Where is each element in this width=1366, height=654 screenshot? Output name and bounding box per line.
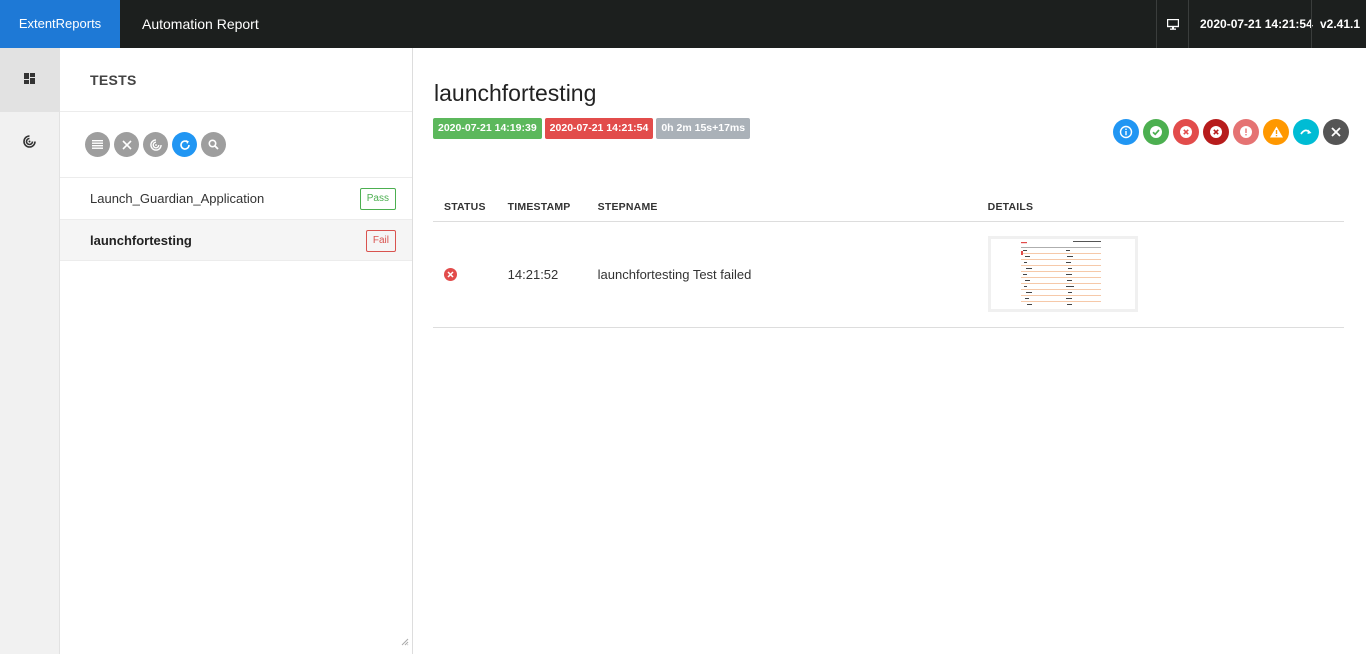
fail-status-icon (444, 267, 457, 281)
warning-icon[interactable] (1263, 119, 1289, 145)
chart-icon (23, 135, 36, 153)
monitor-icon[interactable] (1158, 0, 1188, 48)
step-timestamp: 14:21:52 (496, 221, 587, 328)
test-item[interactable]: Launch_Guardian_Application Pass (60, 177, 412, 219)
status-filter-bar (1113, 119, 1349, 145)
test-filters (85, 132, 226, 157)
column-header: STATUS (433, 193, 497, 222)
column-header: TIMESTAMP (496, 193, 587, 222)
clear-icon[interactable] (1323, 119, 1349, 145)
step-status-cell (433, 221, 497, 328)
step-name: launchfortesting Test failed (586, 221, 977, 328)
list-icon[interactable] (85, 132, 110, 157)
test-title: launchfortesting (434, 80, 597, 106)
divider (1156, 0, 1157, 48)
refresh-icon[interactable] (172, 132, 197, 157)
fatal-icon[interactable] (1203, 119, 1229, 145)
error-icon[interactable] (1233, 119, 1259, 145)
divider (1311, 0, 1312, 48)
test-name: launchfortesting (90, 233, 192, 248)
status-badge: Fail (365, 230, 396, 252)
side-nav (0, 48, 60, 654)
screenshot-thumbnail[interactable] (987, 236, 1138, 312)
pass-icon[interactable] (1143, 119, 1169, 145)
table-row: 14:21:52 launchfortesting Test failed (433, 221, 1344, 328)
duration-label: 0h 2m 15s+17ms (656, 118, 751, 139)
info-icon[interactable] (1113, 119, 1139, 145)
fingerprint-icon[interactable] (143, 132, 168, 157)
column-header: STEPNAME (586, 193, 977, 222)
screenshot-image (990, 239, 1135, 309)
status-badge: Pass (359, 188, 396, 210)
divider (1188, 0, 1189, 48)
fail-icon[interactable] (1173, 119, 1199, 145)
report-datetime: 2020-07-21 14:21:54 (1200, 17, 1313, 31)
skip-icon[interactable] (1293, 119, 1319, 145)
test-list-panel: TESTS Launch_Guardian_Application Pass l… (60, 48, 413, 654)
close-icon[interactable] (114, 132, 139, 157)
test-name: Launch_Guardian_Application (90, 191, 265, 206)
start-time-label: 2020-07-21 14:19:39 (433, 118, 542, 139)
steps-table: STATUS TIMESTAMP STEPNAME DETAILS 14:21:… (433, 193, 1344, 328)
search-icon[interactable] (201, 132, 226, 157)
table-header-row: STATUS TIMESTAMP STEPNAME DETAILS (433, 193, 1344, 222)
tests-heading: TESTS (90, 72, 137, 88)
column-header: DETAILS (976, 193, 1344, 222)
top-bar: ExtentReports Automation Report 2020-07-… (0, 0, 1366, 48)
report-name: Automation Report (142, 16, 259, 32)
nav-analysis[interactable] (0, 112, 59, 176)
nav-dashboard[interactable] (0, 48, 59, 112)
divider (60, 111, 412, 112)
end-time-label: 2020-07-21 14:21:54 (544, 118, 654, 139)
resize-handle-icon[interactable] (401, 633, 409, 651)
dashboard-icon (24, 71, 35, 89)
version-label: v2.41.1 (1320, 17, 1361, 31)
test-item[interactable]: launchfortesting Fail (60, 219, 412, 261)
brand-logo[interactable]: ExtentReports (0, 0, 120, 48)
test-time-labels: 2020-07-21 14:19:39 2020-07-21 14:21:54 … (433, 118, 751, 139)
step-details-cell (976, 221, 1344, 328)
test-detail: launchfortesting 2020-07-21 14:19:39 202… (413, 48, 1366, 654)
